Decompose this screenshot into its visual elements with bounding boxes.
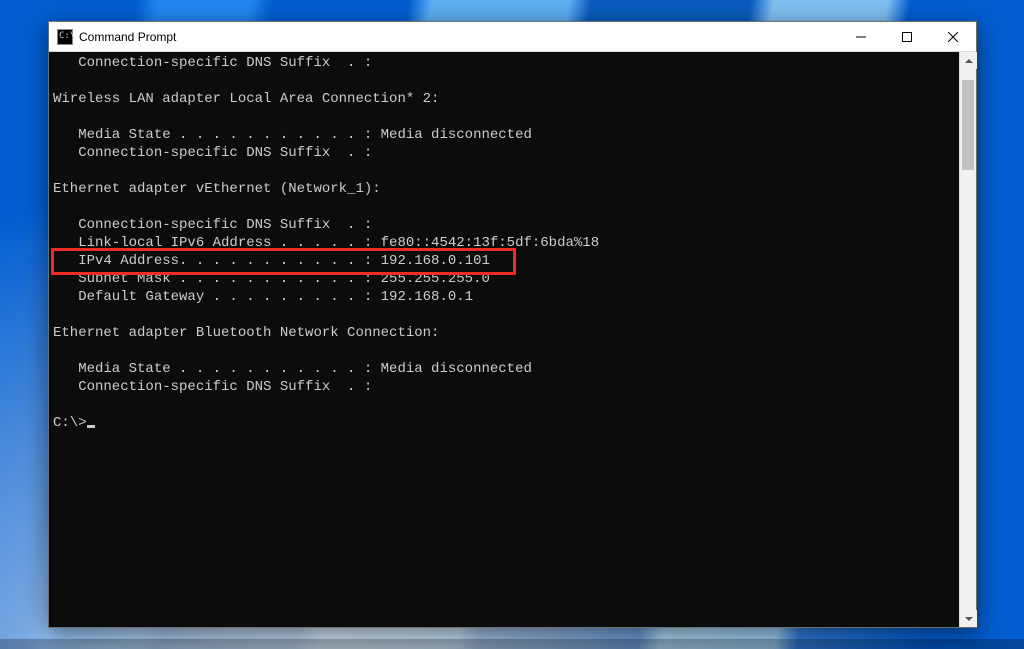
window-title: Command Prompt (79, 30, 176, 44)
console-line (53, 162, 959, 180)
console-line: IPv4 Address. . . . . . . . . . . : 192.… (53, 252, 959, 270)
console-line (53, 396, 959, 414)
titlebar[interactable]: C:\ Command Prompt (49, 22, 976, 52)
console-line: Connection-specific DNS Suffix . : (53, 378, 959, 396)
close-button[interactable] (930, 22, 976, 52)
scrollbar-up-button[interactable] (960, 52, 977, 69)
command-prompt-icon: C:\ (57, 29, 73, 45)
command-prompt-window: C:\ Command Prompt Connection-specific D… (48, 21, 977, 628)
close-icon (948, 32, 958, 42)
minimize-icon (856, 32, 866, 42)
console-line: Wireless LAN adapter Local Area Connecti… (53, 90, 959, 108)
console-line (53, 108, 959, 126)
prompt-text: C:\> (53, 415, 87, 431)
console-line: Ethernet adapter Bluetooth Network Conne… (53, 324, 959, 342)
console-line: Connection-specific DNS Suffix . : (53, 216, 959, 234)
console-line (53, 306, 959, 324)
console-line: Link-local IPv6 Address . . . . . : fe80… (53, 234, 959, 252)
console-line (53, 198, 959, 216)
console-output[interactable]: Connection-specific DNS Suffix . : Wirel… (49, 52, 959, 627)
console-line (53, 342, 959, 360)
vertical-scrollbar[interactable] (959, 52, 976, 627)
console-prompt[interactable]: C:\> (53, 414, 959, 432)
console-line: Connection-specific DNS Suffix . : (53, 144, 959, 162)
minimize-button[interactable] (838, 22, 884, 52)
console-line: Media State . . . . . . . . . . . : Medi… (53, 126, 959, 144)
maximize-button[interactable] (884, 22, 930, 52)
console-line: Ethernet adapter vEthernet (Network_1): (53, 180, 959, 198)
maximize-icon (902, 32, 912, 42)
taskbar[interactable] (0, 639, 1024, 649)
chevron-up-icon (965, 57, 973, 65)
console-line (53, 72, 959, 90)
scrollbar-down-button[interactable] (960, 610, 977, 627)
scrollbar-thumb[interactable] (962, 80, 974, 170)
console-line: Default Gateway . . . . . . . . . : 192.… (53, 288, 959, 306)
text-cursor (87, 425, 95, 428)
console-line: Connection-specific DNS Suffix . : (53, 54, 959, 72)
console-line: Media State . . . . . . . . . . . : Medi… (53, 360, 959, 378)
chevron-down-icon (965, 615, 973, 623)
console-line: Subnet Mask . . . . . . . . . . . : 255.… (53, 270, 959, 288)
client-area: Connection-specific DNS Suffix . : Wirel… (49, 52, 976, 627)
